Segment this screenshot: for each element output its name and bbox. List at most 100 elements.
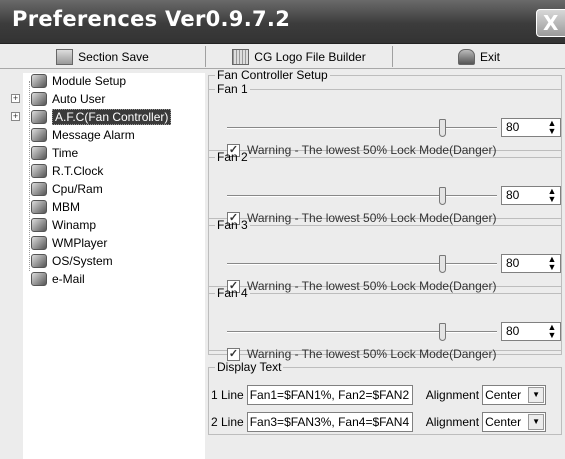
spin-arrows-icon[interactable]: ▲ ▼ [546,187,558,204]
fan-1-slider-thumb[interactable] [439,119,446,137]
clock-icon [31,164,47,178]
tree-item-label: Time [52,146,79,160]
line-2-alignment-value: Center [485,415,522,429]
fan-3-group: Fan 3 80 ▲ ▼ ✓ Warning - The lowest 50% L… [208,218,562,293]
tree-lines [29,81,30,271]
line-1-alignment-value: Center [485,388,522,402]
fan-4-warning-checkbox[interactable]: ✓ Warning - The lowest 50% Lock Mode(Dan… [227,347,496,361]
fan-2-value: 80 [506,188,520,202]
fan-3-label: Fan 3 [217,218,248,232]
fan-1-group: Fan 1 80 ▲ ▼ ✓ Warning - The lowest 50% L… [208,82,562,157]
window-title: Preferences Ver0.9.7.2 [12,7,291,31]
mail-icon [31,272,47,286]
spin-arrows-icon[interactable]: ▲ ▼ [546,119,558,136]
tree-item-email[interactable]: e-Mail [31,271,85,287]
tree-item-module-setup[interactable]: Module Setup [31,73,126,89]
section-tree: Module Setup + Auto User + A.F.C(Fan Con… [11,73,206,459]
line-2-alignment-select[interactable]: Center ▼ [482,412,547,432]
tree-item-label: e-Mail [52,272,85,286]
fan-2-slider-track[interactable] [227,195,497,197]
tree-item-rt-clock[interactable]: R.T.Clock [31,163,103,179]
fan-2-label: Fan 2 [217,150,248,164]
fan-3-value-spinner[interactable]: 80 ▲ ▼ [501,254,561,273]
fan-4-slider-thumb[interactable] [439,323,446,341]
tree-item-label: Winamp [52,218,97,232]
tree-item-message-alarm[interactable]: Message Alarm [31,127,135,143]
expand-icon[interactable]: + [11,94,20,103]
alarm-icon [31,128,47,142]
fan-4-group: Fan 4 80 ▲ ▼ ✓ Warning - The lowest 50% L… [208,286,562,361]
exit-button[interactable]: Exit [393,46,565,67]
toolbar: Section Save CG Logo File Builder Exit [0,44,565,69]
auto-user-icon [31,92,47,106]
logo-builder-icon [232,48,250,65]
mbm-icon [31,200,47,214]
fan-1-value: 80 [506,120,520,134]
cg-logo-builder-button[interactable]: CG Logo File Builder [206,46,393,67]
dropdown-arrow-icon[interactable]: ▼ [528,414,545,430]
tree-item-auto-user[interactable]: + Auto User [11,91,105,107]
tree-item-label: A.F.C(Fan Controller) [52,109,172,125]
winamp-icon [31,218,47,232]
fan-1-slider-track[interactable] [227,127,497,129]
fan-4-value: 80 [506,324,520,338]
fan-4-value-spinner[interactable]: 80 ▲ ▼ [501,322,561,341]
tree-item-label: MBM [52,200,80,214]
os-icon [31,254,47,268]
fan-settings-panel: Fan Controller Setup Fan 1 80 ▲ ▼ ✓ Warni… [205,69,565,459]
fan-3-slider-track[interactable] [227,263,497,265]
tree-item-fan-controller[interactable]: + A.F.C(Fan Controller) [11,109,172,125]
tree-item-winamp[interactable]: Winamp [31,217,96,233]
tree-item-mbm[interactable]: MBM [31,199,80,215]
fan-4-warning-label: Warning - The lowest 50% Lock Mode(Dange… [247,347,497,361]
tree-item-label: Cpu/Ram [52,182,103,196]
exit-icon [457,48,475,65]
tree-item-time[interactable]: Time [31,145,78,161]
module-icon [31,74,47,88]
tree-item-label: R.T.Clock [52,164,104,178]
line-2-input[interactable]: Fan3=$FAN3%, Fan4=$FAN4 [246,412,413,432]
fan-2-value-spinner[interactable]: 80 ▲ ▼ [501,186,561,205]
title-bar: Preferences Ver0.9.7.2 X [0,0,565,44]
fan-1-value-spinner[interactable]: 80 ▲ ▼ [501,118,561,137]
display-text-group: Display Text 1 Line Fan1=$FAN1%, Fan2=$F… [208,361,562,435]
spin-arrows-icon[interactable]: ▲ ▼ [546,323,558,340]
tree-item-label: Message Alarm [52,128,135,142]
tree-item-label: OS/System [52,254,113,268]
fan-4-label: Fan 4 [217,286,248,300]
line-1-alignment-label: Alignment [425,388,480,402]
line-1-label: 1 Line [211,388,244,402]
checkmark-icon[interactable]: ✓ [227,347,240,361]
section-save-label: Section Save [78,49,149,64]
fan-1-label: Fan 1 [217,82,248,96]
fan-setup-title: Fan Controller Setup [217,68,328,82]
fan-2-group: Fan 2 80 ▲ ▼ ✓ Warning - The lowest 50% L… [208,150,562,225]
line-1-input[interactable]: Fan1=$FAN1%, Fan2=$FAN2 [246,385,413,405]
line-1-alignment-select[interactable]: Center ▼ [482,385,547,405]
line-2-row: 2 Line Fan3=$FAN3%, Fan4=$FAN4 Alignment… [211,412,547,432]
tree-item-label: Module Setup [52,74,127,88]
tree-item-cpu-ram[interactable]: Cpu/Ram [31,181,103,197]
fan-icon [31,110,47,124]
close-button[interactable]: X [536,9,565,37]
cg-logo-label: CG Logo File Builder [254,49,366,64]
save-icon [56,48,74,65]
tree-item-label: WMPlayer [52,236,108,250]
cpu-icon [31,182,47,196]
line-2-alignment-label: Alignment [425,415,480,429]
exit-label: Exit [479,49,500,64]
preferences-window: Preferences Ver0.9.7.2 X Section Save CG… [0,0,565,459]
expand-icon[interactable]: + [11,112,20,121]
section-save-button[interactable]: Section Save [0,46,206,67]
fan-3-slider-thumb[interactable] [439,255,446,273]
fan-2-slider-thumb[interactable] [439,187,446,205]
fan-4-slider-track[interactable] [227,331,497,333]
display-text-title: Display Text [217,360,282,374]
tree-item-os-system[interactable]: OS/System [31,253,113,269]
dropdown-arrow-icon[interactable]: ▼ [528,387,545,403]
tree-item-wmplayer[interactable]: WMPlayer [31,235,107,251]
wmplayer-icon [31,236,47,250]
time-icon [31,146,47,160]
spin-arrows-icon[interactable]: ▲ ▼ [546,255,558,272]
line-1-row: 1 Line Fan1=$FAN1%, Fan2=$FAN2 Alignment… [211,385,547,405]
